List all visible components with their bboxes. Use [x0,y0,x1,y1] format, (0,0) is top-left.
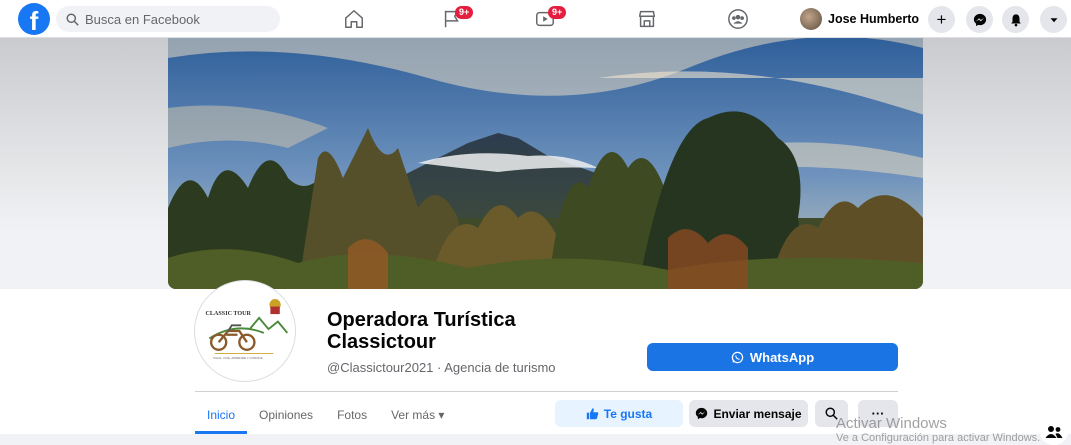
nav-marketplace[interactable] [617,4,677,34]
messenger-icon [696,407,708,420]
plus-icon: + [936,9,947,29]
nav-pages[interactable]: 9+ [422,4,482,34]
header-divider [195,391,898,392]
whatsapp-button-label: WhatsApp [749,349,815,365]
notifications-button[interactable] [1002,6,1029,33]
page-username-category: @Classictour2021 · Agencia de turismo [327,360,556,375]
create-button[interactable]: + [928,6,955,33]
groups-icon [728,9,748,29]
search-bar[interactable]: Busca en Facebook [56,6,280,32]
whatsapp-button[interactable]: WhatsApp [647,343,898,371]
notification-badge: 9+ [455,6,474,19]
watermark-subtitle: Ve a Configuración para activar Windows. [836,432,1041,444]
profile-chip[interactable]: Jose Humberto [796,5,927,33]
logo-text: CLASSIC TOUR [206,311,252,317]
logo-tagline: VIAJA, VIVE, APRENDE Y CONOCE [213,356,263,360]
home-icon [345,10,363,28]
caret-down-icon [1050,17,1057,22]
messenger-icon [973,13,986,26]
search-input[interactable]: Busca en Facebook [85,12,200,27]
nav-groups[interactable] [708,4,768,34]
avatar [800,8,822,30]
nav-watch[interactable]: 9+ [515,4,575,34]
thumbs-up-icon [586,408,599,420]
watermark-title: Activar Windows [836,415,947,432]
marketplace-icon [638,10,656,28]
tab-ver-mas[interactable]: Ver más ▾ [379,396,456,434]
cover-photo[interactable] [168,38,923,289]
windows-activation-watermark: Activar Windows Ve a Configuración para … [836,415,1040,445]
send-message-button[interactable]: Enviar mensaje [689,400,808,427]
tab-label: Inicio [207,408,236,422]
tab-fotos[interactable]: Fotos [325,396,379,434]
page-tabs: Inicio Opiniones Fotos Ver más ▾ [195,396,456,434]
people-icon [1045,426,1063,438]
account-menu-button[interactable] [1040,6,1067,33]
tab-opiniones[interactable]: Opiniones [247,396,325,434]
classictour-logo: CLASSIC TOUR VIAJA, VIVE, APRENDE Y CONO… [198,284,292,378]
messenger-button[interactable] [966,6,993,33]
facebook-logo-icon[interactable]: f [18,3,50,36]
tab-label: Ver más ▾ [391,408,445,422]
whatsapp-icon [731,351,744,363]
page-profile-picture[interactable]: CLASSIC TOUR VIAJA, VIVE, APRENDE Y CONO… [195,281,295,381]
notification-badge: 9+ [548,6,567,19]
profile-name: Jose Humberto [828,12,919,26]
like-button-label: Te gusta [603,406,653,421]
search-icon [66,12,79,26]
top-navigation-bar: f Busca en Facebook 9+ 9+ Jose Humberto … [0,0,1071,38]
like-page-button[interactable]: Te gusta [555,400,683,427]
tab-label: Opiniones [259,408,314,422]
page-title: Operadora Turística Classictour [327,309,516,353]
contacts-button[interactable] [1040,419,1068,445]
cover-landscape-image [168,38,923,289]
bell-icon [1010,13,1021,26]
message-button-label: Enviar mensaje [713,406,802,421]
tab-inicio[interactable]: Inicio [195,396,248,434]
nav-home[interactable] [324,4,384,34]
tab-label: Fotos [337,408,368,422]
